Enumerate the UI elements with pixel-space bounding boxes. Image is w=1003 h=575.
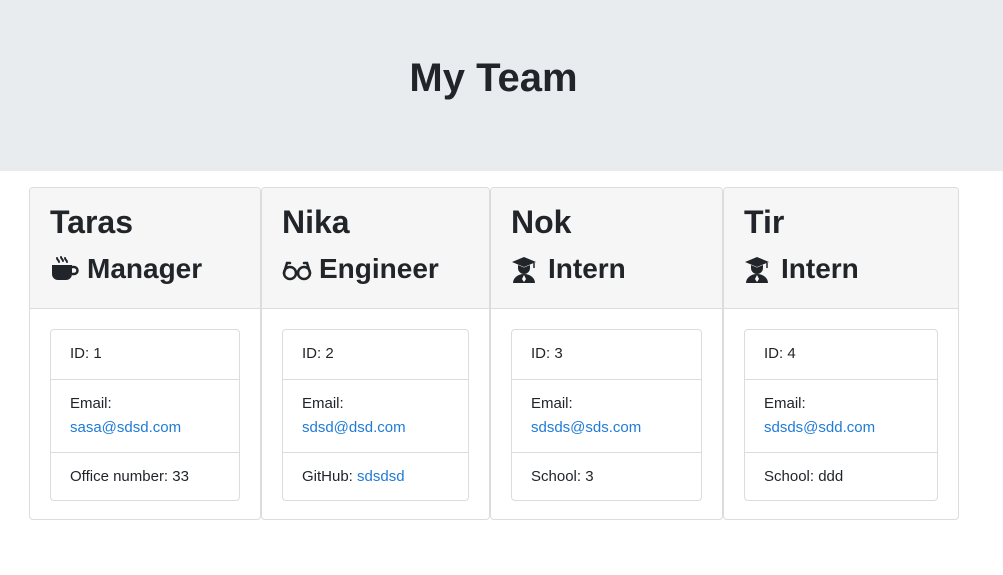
employee-card-intern: Tir Intern ID: 4 Email: sdsds@sdd.com Sc… [723,187,959,520]
card-header: Tir Intern [724,188,958,309]
email-link[interactable]: sdsd@dsd.com [302,419,406,436]
github: GitHub: sdsdsd [283,452,468,500]
employee-id: ID: 3 [531,345,563,362]
email-link[interactable]: sdsds@sdd.com [764,419,875,436]
employee-details: ID: 3 Email: sdsds@sds.com School: 3 [511,329,702,501]
employee-role: Intern [744,252,859,286]
role-label: Intern [548,253,626,284]
employee-email: Email: sdsds@sds.com [512,379,701,452]
employee-details: ID: 1 Email: sasa@sdsd.com Office number… [50,329,240,501]
page-title: My Team [409,56,578,100]
coffee-cup-icon [50,255,80,283]
email-label: Email: [764,395,806,412]
employee-email: Email: sdsds@sdd.com [745,379,937,452]
email-label: Email: [70,395,112,412]
employee-details: ID: 2 Email: sdsd@dsd.com GitHub: sdsdsd [282,329,469,501]
employee-name: Nok [511,204,572,240]
employee-card-engineer: Nika Engineer ID: 2 Email: sdsd@dsd.com … [261,187,490,520]
employee-name: Nika [282,204,350,240]
graduate-icon [511,255,541,283]
role-label: Engineer [319,253,439,284]
employee-email: Email: sasa@sdsd.com [51,379,239,452]
email-label: Email: [531,395,573,412]
school: School: ddd [745,452,937,500]
employee-id: ID: 1 [70,345,102,362]
glasses-icon [282,255,312,283]
employee-email: Email: sdsd@dsd.com [283,379,468,452]
page-header: My Team [0,0,1003,171]
card-header: Nok Intern [491,188,722,309]
employee-card-intern: Nok Intern ID: 3 Email: sdsds@sds.com Sc… [490,187,723,520]
employee-name: Tir [744,204,785,240]
employee-card-manager: Taras Manager ID: 1 Email: sasa@sdsd.com… [29,187,261,520]
role-label: Intern [781,253,859,284]
employee-role: Intern [511,252,626,286]
employee-name: Taras [50,204,134,240]
email-link[interactable]: sasa@sdsd.com [70,419,181,436]
role-label: Manager [87,253,203,284]
card-header: Taras Manager [30,188,260,309]
employee-details: ID: 4 Email: sdsds@sdd.com School: ddd [744,329,938,501]
employee-role: Manager [50,252,202,286]
employee-role: Engineer [282,252,439,286]
email-link[interactable]: sdsds@sds.com [531,419,641,436]
school: School: 3 [512,452,701,500]
graduate-icon [744,255,774,283]
office-number: Office number: 33 [51,452,239,500]
github-label: GitHub: [302,468,358,485]
employee-id: ID: 2 [302,345,334,362]
email-label: Email: [302,395,344,412]
employee-id: ID: 4 [764,345,796,362]
github-link[interactable]: sdsdsd [357,468,405,485]
card-header: Nika Engineer [262,188,489,309]
